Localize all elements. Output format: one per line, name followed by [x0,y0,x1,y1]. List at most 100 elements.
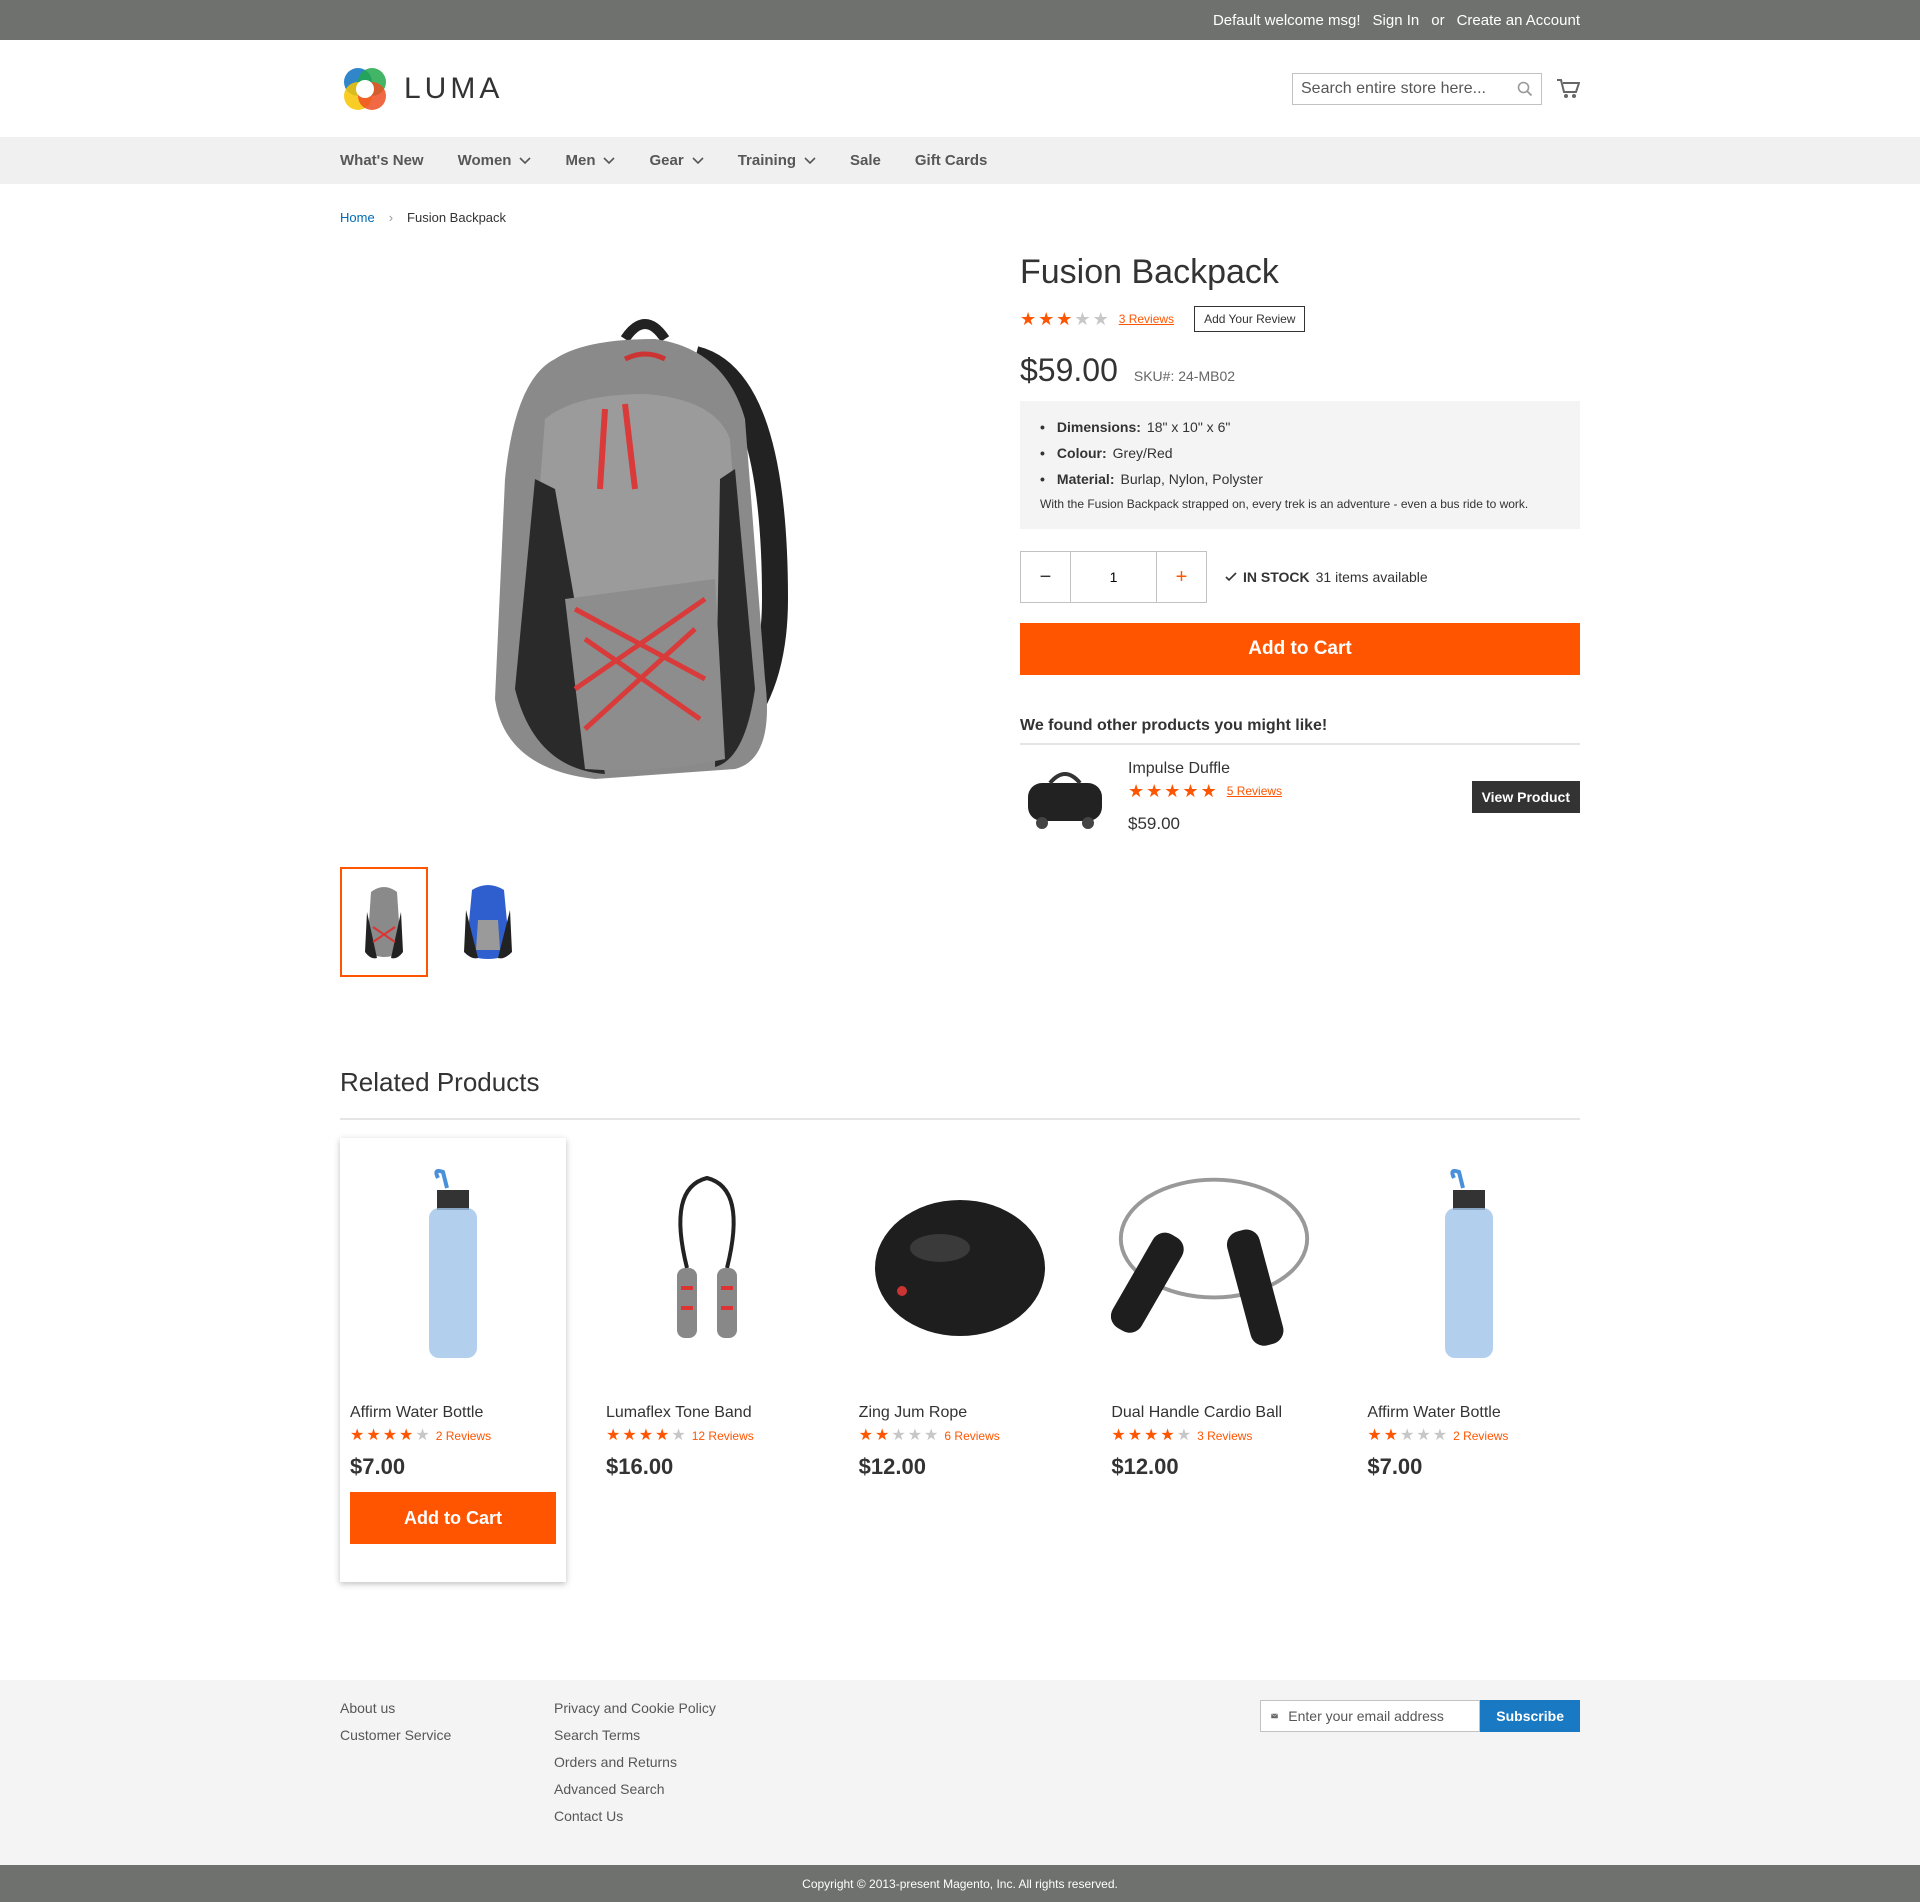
related-card[interactable]: Dual Handle Cardio Ball ★ ★ ★ ★ ★ 3 Reviews … [1101,1138,1327,1582]
star-filled-icon: ★ [1127,1427,1143,1444]
star-filled-icon: ★ [638,1427,654,1444]
backpack-image [495,319,789,779]
related-card[interactable]: Affirm Water Bottle ★ ★ ★ ★ ★ 2 Reviews $7.0… [1357,1138,1580,1582]
quantity-row: − + IN STOCK 31 items available [1020,551,1580,603]
related-card[interactable]: Affirm Water Bottle ★ ★ ★ ★ ★ 2 Reviews $7.0… [340,1138,566,1582]
product-reviews-link[interactable]: 3 Reviews [1119,312,1174,326]
related-card-name[interactable]: Lumaflex Tone Band [606,1404,809,1422]
related-card-price: $7.00 [350,1454,406,1479]
product-gallery [340,249,950,977]
related-card-price: $16.00 [606,1454,674,1479]
suggested-product-image[interactable] [1020,755,1110,839]
create-account-link[interactable]: Create an Account [1457,12,1580,29]
nav-women[interactable]: Women [458,152,532,169]
quantity-stepper: − + [1020,551,1207,603]
qty-input[interactable] [1071,552,1156,602]
sign-in-link[interactable]: Sign In [1373,12,1420,29]
cardio-ball-image [875,1200,1045,1336]
related-card-reviews[interactable]: 12 Reviews [692,1429,754,1443]
spec-label: Colour: [1056,445,1107,461]
thumb-blue-backpack-image [464,885,512,959]
nav-training[interactable]: Training [738,152,816,169]
star-filled-icon: ★ [606,1427,621,1444]
related-card-stars: ★ ★ ★ ★ ★ [859,1428,939,1444]
search-icon[interactable] [1517,81,1533,97]
footer-link-customer-service[interactable]: Customer Service [340,1727,554,1743]
star-filled-icon: ★ [1128,781,1145,801]
related-card-price: $7.00 [1367,1454,1423,1479]
related-grid: Affirm Water Bottle ★ ★ ★ ★ ★ 2 Reviews $7.0… [340,1138,1580,1582]
qty-increase-button[interactable]: + [1156,552,1206,602]
related-card[interactable]: Zing Jum Rope ★ ★ ★ ★ ★ 6 Reviews $12.00 [849,1138,1072,1582]
related-card-image[interactable] [859,1168,1062,1368]
spec-value: Burlap, Nylon, Polyster [1120,471,1263,487]
suggested-product-name[interactable]: Impulse Duffle [1128,760,1230,777]
related-card[interactable]: Lumaflex Tone Band ★ ★ ★ ★ ★ 12 Reviews $16.… [596,1138,819,1582]
related-heading: Related Products [340,1067,1580,1120]
cart-icon[interactable] [1556,78,1580,100]
related-add-to-cart-button[interactable]: Add to Cart [350,1492,556,1544]
duffle-bag-image [1028,772,1102,829]
footer-link-about[interactable]: About us [340,1700,554,1716]
related-card-image[interactable] [350,1168,556,1368]
stock-label: IN STOCK [1243,569,1310,585]
related-card-stars: ★ ★ ★ ★ ★ [1367,1428,1447,1444]
related-card-stars: ★ ★ ★ ★ ★ [606,1428,686,1444]
product-rating-row: ★ ★ ★ ★ ★ 3 Reviews Add Your Review [1020,306,1580,332]
add-review-button[interactable]: Add Your Review [1194,306,1306,332]
nav-sale[interactable]: Sale [850,152,881,169]
related-card-stars: ★ ★ ★ ★ ★ [350,1428,430,1444]
search-box [1292,72,1542,105]
newsletter-email-input[interactable] [1288,1708,1470,1724]
newsletter-form: Subscribe [1260,1700,1580,1732]
related-card-reviews[interactable]: 2 Reviews [1453,1429,1508,1443]
related-card-image[interactable] [606,1168,809,1368]
subscribe-button[interactable]: Subscribe [1480,1700,1580,1732]
related-card-image[interactable] [1111,1168,1317,1368]
thumbnail-grey-backpack[interactable] [340,867,428,977]
thumbnail-blue-backpack[interactable] [444,867,532,977]
product-main-image[interactable] [340,249,950,849]
related-card-name[interactable]: Affirm Water Bottle [1367,1404,1570,1422]
nav-men[interactable]: Men [565,152,616,169]
footer-link-contact[interactable]: Contact Us [554,1808,768,1824]
water-bottle-image [1444,1168,1493,1358]
footer-link-search-terms[interactable]: Search Terms [554,1727,768,1743]
related-card-rating: ★ ★ ★ ★ ★ 3 Reviews [1111,1428,1317,1444]
breadcrumb-home[interactable]: Home [340,210,375,225]
star-empty-icon: ★ [1432,1427,1448,1444]
stock-status: IN STOCK 31 items available [1225,569,1428,585]
view-product-button[interactable]: View Product [1471,781,1580,813]
qty-decrease-button[interactable]: − [1021,552,1071,602]
related-card-price: $12.00 [858,1454,926,1479]
spec-material: Material: Burlap, Nylon, Polyster [1040,471,1560,487]
related-card-reviews[interactable]: 6 Reviews [944,1429,999,1443]
star-filled-icon: ★ [382,1427,398,1444]
related-card-name[interactable]: Dual Handle Cardio Ball [1111,1404,1317,1422]
nav-gear[interactable]: Gear [649,152,704,169]
star-filled-icon: ★ [1367,1427,1382,1444]
search-input[interactable] [1301,79,1517,98]
product-rating-stars: ★ ★ ★ ★ ★ [1020,310,1109,328]
footer-link-advanced-search[interactable]: Advanced Search [554,1781,768,1797]
suggested-reviews-link[interactable]: 5 Reviews [1227,784,1282,798]
luma-logo[interactable]: LUMA [340,64,503,114]
chevron-down-icon [603,156,616,164]
related-card-name[interactable]: Affirm Water Bottle [350,1404,556,1422]
star-filled-icon: ★ [1111,1427,1126,1444]
or-text: or [1431,11,1445,29]
related-card-reviews[interactable]: 3 Reviews [1197,1429,1252,1443]
footer-link-orders-returns[interactable]: Orders and Returns [554,1754,768,1770]
product-info: Fusion Backpack ★ ★ ★ ★ ★ 3 Reviews Add Your… [1020,249,1580,977]
star-empty-icon: ★ [1400,1427,1415,1444]
nav-gift-cards[interactable]: Gift Cards [915,152,988,169]
add-to-cart-button[interactable]: Add to Cart [1020,623,1580,675]
main-navigation: What's New Women Men Gear Training Sale … [0,137,1920,184]
related-card-reviews[interactable]: 2 Reviews [436,1429,491,1443]
related-card-image[interactable] [1367,1168,1570,1368]
nav-whats-new[interactable]: What's New [340,152,424,169]
footer-link-privacy[interactable]: Privacy and Cookie Policy [554,1700,768,1716]
related-card-rating: ★ ★ ★ ★ ★ 2 Reviews [350,1428,556,1444]
product-price: $59.00 [1020,352,1118,388]
related-card-name[interactable]: Zing Jum Rope [859,1404,1062,1422]
